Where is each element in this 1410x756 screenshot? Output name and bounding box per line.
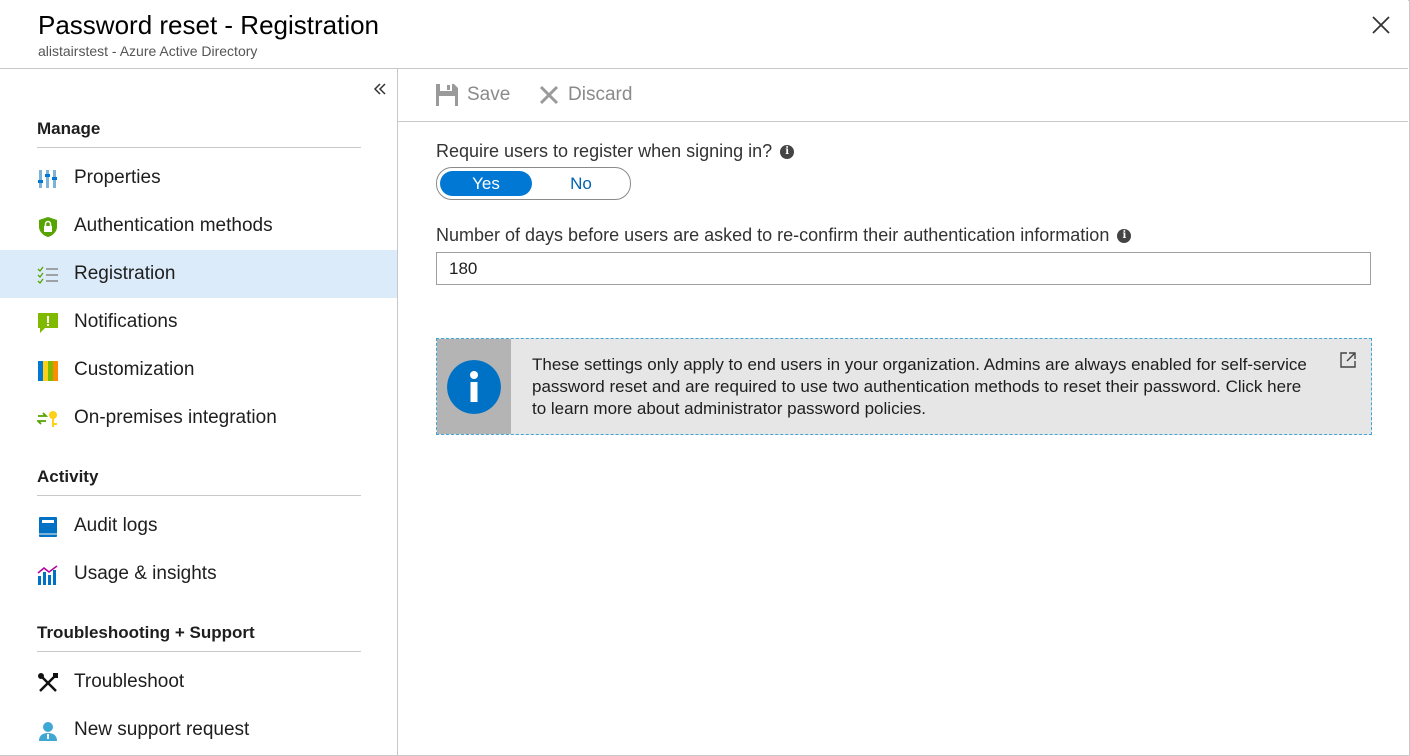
sidebar-item-label: Registration <box>74 263 176 284</box>
sidebar: Manage Properties Authentication methods <box>0 69 398 755</box>
sidebar-item-customization[interactable]: Customization <box>0 346 397 394</box>
command-bar: Save Discard <box>398 69 1408 122</box>
sidebar-item-on-premises-integration[interactable]: On-premises integration <box>0 394 397 442</box>
save-button[interactable]: Save <box>435 81 510 109</box>
sidebar-item-new-support-request[interactable]: New support request <box>0 706 397 754</box>
page-subtitle: alistairstest - Azure Active Directory <box>38 43 258 59</box>
sidebar-item-label: Notifications <box>74 311 178 332</box>
save-icon <box>436 84 458 106</box>
info-circle-icon <box>447 360 501 414</box>
sidebar-item-usage-insights[interactable]: Usage & insights <box>0 550 397 598</box>
sidebar-item-notifications[interactable]: Notifications <box>0 298 397 346</box>
tools-icon <box>38 673 58 692</box>
notification-icon <box>38 313 58 333</box>
section-header-manage: Manage <box>37 119 361 148</box>
chart-icon <box>37 565 58 585</box>
save-label: Save <box>467 84 511 105</box>
on-premises-icon <box>37 411 57 427</box>
info-icon[interactable]: i <box>1117 228 1132 243</box>
days-label: Number of days before users are asked to… <box>436 225 1132 246</box>
sidebar-item-label: Troubleshoot <box>74 671 185 692</box>
page-title: Password reset - Registration <box>38 10 380 40</box>
shield-lock-icon <box>39 217 57 237</box>
sidebar-item-label: Audit logs <box>74 515 158 536</box>
toggle-no-option[interactable]: No <box>535 171 627 196</box>
sidebar-item-registration[interactable]: Registration <box>0 250 397 298</box>
close-icon <box>1372 16 1390 34</box>
blade-header: Password reset - Registration alistairst… <box>0 0 1408 69</box>
sidebar-item-label: New support request <box>74 719 250 740</box>
toggle-yes-option[interactable]: Yes <box>440 171 532 196</box>
book-icon <box>39 517 57 537</box>
sidebar-item-label: Authentication methods <box>74 215 273 236</box>
support-person-icon <box>39 722 57 741</box>
section-header-activity: Activity <box>37 467 361 496</box>
discard-icon <box>539 85 559 105</box>
sidebar-item-authentication-methods[interactable]: Authentication methods <box>0 202 397 250</box>
external-link-icon[interactable] <box>1339 351 1357 369</box>
double-chevron-left-icon <box>373 83 386 95</box>
properties-icon <box>38 170 57 188</box>
require-register-label: Require users to register when signing i… <box>436 141 795 162</box>
days-input[interactable] <box>436 252 1371 285</box>
sidebar-item-label: Customization <box>74 359 195 380</box>
sidebar-item-audit-logs[interactable]: Audit logs <box>0 502 397 550</box>
require-register-toggle: Yes No <box>436 167 631 200</box>
sidebar-item-label: Usage & insights <box>74 563 217 584</box>
discard-button[interactable]: Discard <box>538 81 632 109</box>
sidebar-item-label: Properties <box>74 167 161 188</box>
checklist-icon <box>37 266 58 284</box>
close-button[interactable] <box>1368 12 1394 38</box>
discard-label: Discard <box>568 84 633 105</box>
info-banner-text: These settings only apply to end users i… <box>532 355 1307 418</box>
info-icon[interactable]: i <box>780 144 795 159</box>
customization-icon <box>38 361 58 381</box>
info-banner[interactable]: These settings only apply to end users i… <box>436 338 1372 435</box>
collapse-sidebar-button[interactable] <box>370 79 390 99</box>
days-label-text: Number of days before users are asked to… <box>436 225 1110 245</box>
info-banner-icon-area <box>437 339 511 434</box>
sidebar-item-troubleshoot[interactable]: Troubleshoot <box>0 658 397 706</box>
sidebar-item-properties[interactable]: Properties <box>0 154 397 202</box>
section-header-troubleshooting: Troubleshooting + Support <box>37 623 361 652</box>
require-register-text: Require users to register when signing i… <box>436 141 773 161</box>
sidebar-item-label: On-premises integration <box>74 407 277 428</box>
